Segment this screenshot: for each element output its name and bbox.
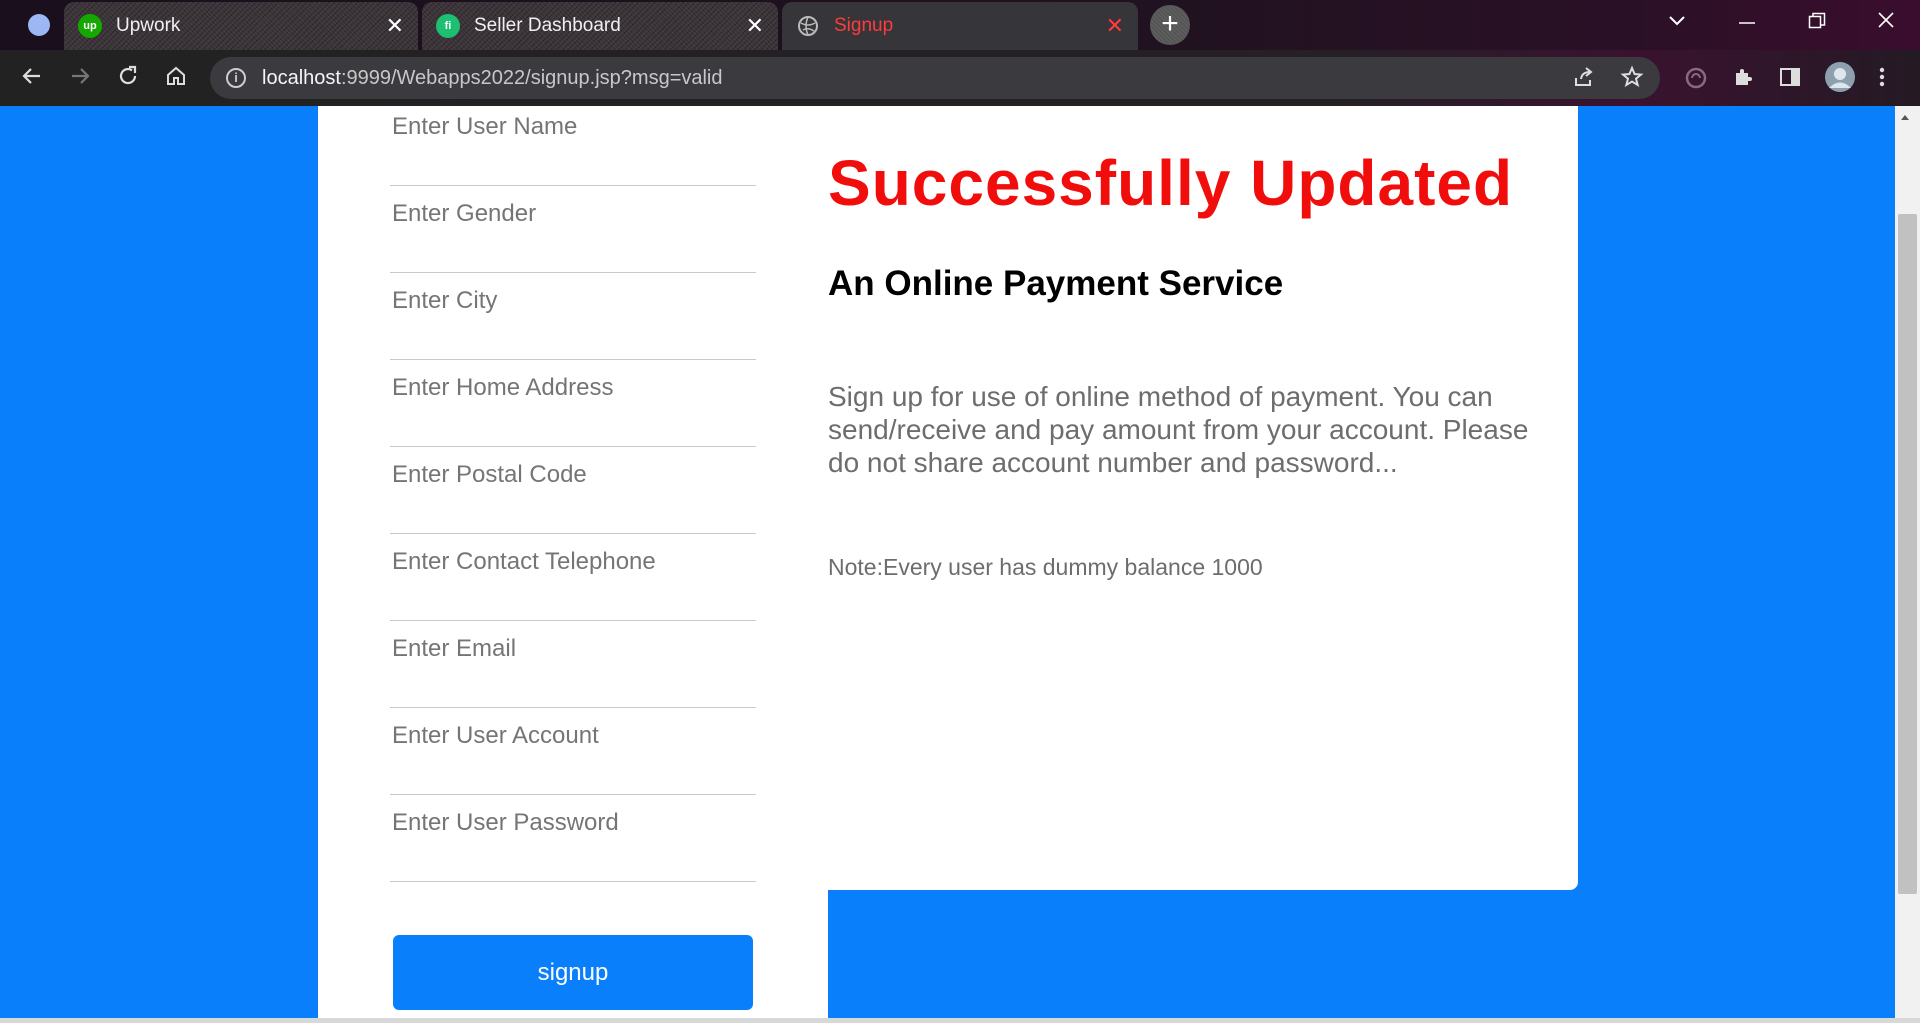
city-input[interactable] bbox=[392, 283, 752, 319]
tab-title: Signup bbox=[834, 15, 894, 36]
bookmark-star-icon[interactable] bbox=[1620, 65, 1644, 95]
username-input[interactable] bbox=[392, 109, 752, 145]
side-panel-icon[interactable] bbox=[1778, 65, 1802, 95]
email-input[interactable] bbox=[392, 631, 752, 667]
postal-code-field[interactable] bbox=[390, 447, 756, 534]
url-text[interactable]: localhost:9999/Webapps2022/signup.jsp?ms… bbox=[262, 67, 723, 90]
extensions-puzzle-icon[interactable] bbox=[1731, 65, 1755, 95]
globe-icon bbox=[796, 14, 820, 38]
email-field[interactable] bbox=[390, 621, 756, 708]
tab-signup[interactable]: Signup ✕ bbox=[782, 2, 1138, 50]
home-address-input[interactable] bbox=[392, 370, 752, 406]
close-window-icon[interactable] bbox=[1876, 10, 1896, 36]
user-account-input[interactable] bbox=[392, 718, 752, 754]
home-address-field[interactable] bbox=[390, 360, 756, 447]
share-icon[interactable] bbox=[1572, 65, 1596, 95]
fiverr-favicon-icon: fi bbox=[436, 14, 460, 38]
minimize-icon[interactable] bbox=[1738, 12, 1756, 35]
tab-title: Seller Dashboard bbox=[474, 15, 621, 36]
tab-search-icon[interactable] bbox=[1668, 10, 1686, 33]
postal-code-input[interactable] bbox=[392, 457, 752, 493]
city-field[interactable] bbox=[390, 273, 756, 360]
telephone-field[interactable] bbox=[390, 534, 756, 621]
browser-tab-bar: up Upwork ✕ fi Seller Dashboard ✕ Signup… bbox=[0, 0, 1920, 50]
back-icon[interactable] bbox=[20, 64, 44, 95]
new-tab-button[interactable]: + bbox=[1150, 5, 1190, 45]
close-icon[interactable]: ✕ bbox=[386, 14, 404, 38]
close-icon[interactable]: ✕ bbox=[1106, 14, 1124, 38]
close-icon[interactable]: ✕ bbox=[746, 14, 764, 38]
reload-icon[interactable] bbox=[116, 64, 140, 95]
horizontal-scroll-strip bbox=[0, 1018, 1920, 1023]
browser-toolbar: i localhost:9999/Webapps2022/signup.jsp?… bbox=[0, 50, 1920, 106]
profile-icon[interactable] bbox=[28, 14, 50, 36]
signup-button[interactable]: signup bbox=[393, 935, 753, 1010]
scroll-up-icon[interactable] bbox=[1900, 110, 1910, 124]
tab-upwork[interactable]: up Upwork ✕ bbox=[64, 2, 418, 50]
tab-title: Upwork bbox=[116, 15, 181, 36]
balance-note: Note:Every user has dummy balance 1000 bbox=[828, 554, 1263, 580]
restore-icon[interactable] bbox=[1808, 12, 1826, 36]
menu-kebab-icon[interactable] bbox=[1876, 65, 1888, 95]
forward-icon[interactable] bbox=[68, 64, 92, 95]
avatar[interactable] bbox=[1824, 61, 1856, 99]
status-heading: Successfully Updated bbox=[828, 147, 1514, 219]
sync-icon[interactable] bbox=[1683, 65, 1709, 97]
user-account-field[interactable] bbox=[390, 708, 756, 795]
password-field[interactable] bbox=[390, 795, 756, 882]
site-info-icon[interactable]: i bbox=[226, 68, 246, 88]
page-title: An Online Payment Service bbox=[828, 264, 1284, 303]
scrollbar-thumb[interactable] bbox=[1898, 214, 1917, 894]
gender-field[interactable] bbox=[390, 186, 756, 273]
tab-seller-dashboard[interactable]: fi Seller Dashboard ✕ bbox=[422, 2, 778, 50]
telephone-input[interactable] bbox=[392, 544, 752, 580]
gender-input[interactable] bbox=[392, 196, 752, 232]
password-input[interactable] bbox=[392, 805, 752, 841]
username-field[interactable] bbox=[390, 99, 756, 186]
home-icon[interactable] bbox=[164, 64, 188, 95]
address-bar[interactable]: i localhost:9999/Webapps2022/signup.jsp?… bbox=[210, 57, 1660, 99]
upwork-favicon-icon: up bbox=[78, 14, 102, 38]
description-text: Sign up for use of online method of paym… bbox=[828, 381, 1529, 478]
